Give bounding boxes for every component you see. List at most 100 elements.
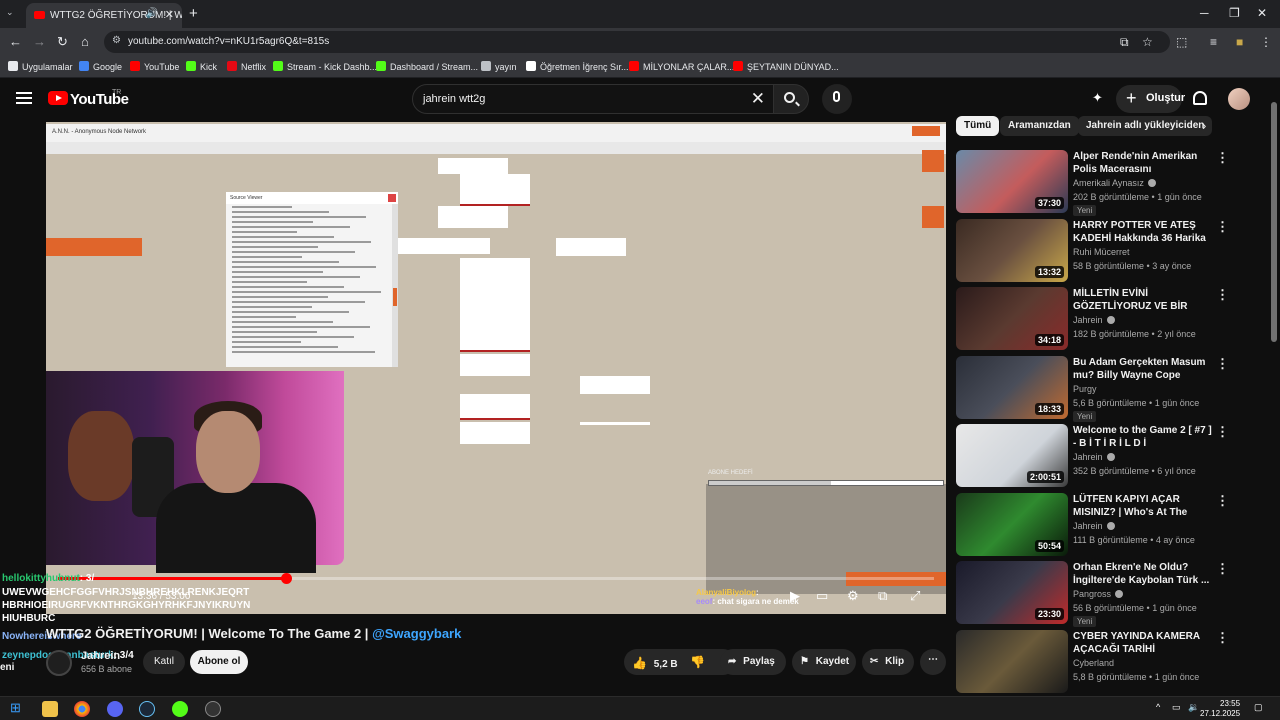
recommended-video[interactable]: 37:30 Alper Rende'nin Amerikan Polis Mace… bbox=[956, 150, 1266, 216]
video-thumbnail[interactable]: 13:32 bbox=[956, 218, 1068, 282]
video-menu-icon[interactable]: ⋮ bbox=[1216, 630, 1229, 646]
like-count[interactable]: 5,2 B bbox=[654, 659, 678, 670]
file-explorer-icon[interactable] bbox=[42, 701, 58, 717]
tab-search-icon[interactable]: ⌄ bbox=[6, 7, 14, 18]
network-icon[interactable]: ▭ bbox=[1172, 702, 1181, 713]
browser-tab-active[interactable]: WTTG2 ÖĞRETİYORUM! | W 🔊 ✕ bbox=[26, 3, 182, 28]
join-button[interactable]: Katıl bbox=[143, 650, 185, 674]
filter-chip[interactable]: Tümü bbox=[956, 116, 1000, 136]
video-menu-icon[interactable]: ⋮ bbox=[1216, 356, 1229, 372]
recommended-video[interactable]: 34:18 MİLLETİN EVİNİ GÖZETLİYORUZ VE BİR … bbox=[956, 287, 1266, 351]
steam-icon[interactable] bbox=[139, 701, 155, 717]
video-thumbnail[interactable]: 50:54 bbox=[956, 492, 1068, 556]
subtitles-icon[interactable]: ▭ bbox=[816, 588, 828, 604]
video-thumbnail[interactable]: 2:00:51 bbox=[956, 424, 1068, 487]
recommended-title[interactable]: LÜTFEN KAPIYI AÇAR MISINIZ? | Who's At T… bbox=[1073, 493, 1213, 519]
tray-chevron-icon[interactable]: ^ bbox=[1156, 702, 1160, 712]
title-mention-link[interactable]: @Swaggybark bbox=[372, 626, 461, 641]
video-thumbnail[interactable] bbox=[956, 629, 1068, 693]
recommended-channel[interactable]: Cyberland bbox=[1073, 658, 1114, 668]
discord-icon[interactable] bbox=[107, 701, 123, 717]
channel-name[interactable]: Jahrein bbox=[81, 650, 120, 662]
forward-button[interactable]: → bbox=[33, 34, 46, 49]
recommended-channel[interactable]: Purgy bbox=[1073, 384, 1097, 394]
clear-search-icon[interactable]: ✕ bbox=[751, 89, 765, 109]
video-thumbnail[interactable]: 23:30 bbox=[956, 561, 1068, 624]
voice-search-button[interactable] bbox=[822, 84, 852, 114]
bookmark-item[interactable]: Netflix bbox=[227, 61, 266, 72]
recommended-video[interactable]: 18:33 Bu Adam Gerçekten Masum mu? Billy W… bbox=[956, 355, 1266, 422]
more-actions-button[interactable]: ⋯ bbox=[920, 649, 946, 675]
back-button[interactable]: ← bbox=[9, 34, 22, 49]
new-tab-button[interactable]: + bbox=[189, 5, 198, 22]
recommended-channel[interactable]: Jahrein bbox=[1073, 315, 1115, 325]
youtube-logo-icon[interactable] bbox=[48, 91, 68, 105]
account-avatar[interactable] bbox=[1228, 88, 1250, 110]
bookmark-item[interactable]: Öğretmen İğrenç Sır... bbox=[526, 61, 629, 72]
recommended-channel[interactable]: Jahrein bbox=[1073, 452, 1115, 462]
recommended-title[interactable]: MİLLETİN EVİNİ GÖZETLİYORUZ VE BİR TAKIM… bbox=[1073, 287, 1213, 313]
address-bar[interactable]: ⚙ youtube.com/watch?v=nKU1r5agr6Q&t=815s bbox=[104, 31, 1170, 53]
chips-next-icon[interactable]: › bbox=[1202, 118, 1206, 133]
recommended-title[interactable]: CYBER YAYINDA KAMERA AÇACAĞI TARİHİ SÖYL… bbox=[1073, 630, 1213, 656]
channel-avatar[interactable] bbox=[46, 650, 72, 676]
recommended-channel[interactable]: Pangross bbox=[1073, 589, 1124, 599]
filter-chip[interactable]: Jahrein adlı yükleyiciden bbox=[1078, 116, 1213, 136]
restore-button[interactable]: ❐ bbox=[1229, 6, 1240, 20]
dislike-icon[interactable]: 👎 bbox=[690, 655, 705, 669]
recommended-video[interactable]: 23:30 Orhan Ekren'e Ne Oldu? İngiltere'de… bbox=[956, 561, 1266, 627]
kick-app-icon[interactable] bbox=[172, 701, 188, 717]
search-button[interactable] bbox=[773, 84, 809, 114]
chrome-icon[interactable] bbox=[74, 701, 90, 717]
clip-button[interactable]: ✂ Klip bbox=[862, 649, 914, 675]
bookmark-item[interactable]: Dashboard / Stream... bbox=[376, 61, 478, 72]
install-app-icon[interactable]: ⧉ bbox=[1120, 35, 1129, 50]
bookmark-item[interactable]: Uygulamalar bbox=[8, 61, 73, 72]
fullscreen-icon[interactable]: ⤢ bbox=[910, 588, 920, 604]
play-icon[interactable]: ▶ bbox=[790, 588, 800, 604]
extensions-icon[interactable]: ⬚ bbox=[1176, 35, 1187, 49]
bookmark-item[interactable]: MİLYONLAR ÇALAR... bbox=[629, 61, 734, 72]
recommended-title[interactable]: Welcome to the Game 2 [ #7 ] - B İ T İ R… bbox=[1073, 424, 1213, 450]
cast-icon[interactable]: ✦ bbox=[1092, 90, 1103, 106]
volume-icon[interactable]: 🔉 bbox=[1188, 702, 1199, 713]
recommended-title[interactable]: HARRY POTTER VE ATEŞ KADEHİ Hakkında 36 … bbox=[1073, 219, 1213, 245]
video-menu-icon[interactable]: ⋮ bbox=[1216, 219, 1229, 235]
reload-button[interactable]: ↻ bbox=[57, 34, 68, 50]
bookmark-item[interactable]: Kick bbox=[186, 61, 217, 72]
home-button[interactable]: ⌂ bbox=[81, 34, 89, 49]
recommended-video[interactable]: 50:54 LÜTFEN KAPIYI AÇAR MISINIZ? | Who's… bbox=[956, 492, 1266, 557]
miniplayer-icon[interactable]: ⧉ bbox=[878, 588, 887, 604]
recommended-title[interactable]: Orhan Ekren'e Ne Oldu? İngiltere'de Kayb… bbox=[1073, 561, 1213, 587]
recommended-title[interactable]: Alper Rende'nin Amerikan Polis Macerasın… bbox=[1073, 150, 1213, 176]
video-thumbnail[interactable]: 37:30 bbox=[956, 150, 1068, 213]
video-thumbnail[interactable]: 34:18 bbox=[956, 287, 1068, 350]
filter-chip[interactable]: Aramanızdan bbox=[1000, 116, 1079, 136]
video-player[interactable]: A.N.N. - Anonymous Node Network Source V… bbox=[46, 122, 946, 614]
tab-close-icon[interactable]: ✕ bbox=[165, 8, 174, 21]
extension-icon[interactable]: ■ bbox=[1236, 35, 1243, 49]
create-button[interactable]: + Oluştur bbox=[1116, 85, 1185, 113]
recommended-video[interactable]: 13:32 HARRY POTTER VE ATEŞ KADEHİ Hakkınd… bbox=[956, 218, 1266, 283]
close-window-button[interactable]: ✕ bbox=[1257, 6, 1267, 20]
speaker-icon[interactable]: 🔊 bbox=[146, 8, 158, 19]
video-menu-icon[interactable]: ⋮ bbox=[1216, 424, 1229, 440]
recommended-channel[interactable]: Jahrein bbox=[1073, 521, 1115, 531]
search-query[interactable]: jahrein wtt2g bbox=[423, 93, 485, 105]
media-control-icon[interactable]: ≡ bbox=[1210, 35, 1217, 49]
url-text[interactable]: youtube.com/watch?v=nKU1r5agr6Q&t=815s bbox=[128, 36, 329, 47]
video-menu-icon[interactable]: ⋮ bbox=[1216, 150, 1229, 166]
video-thumbnail[interactable]: 18:33 bbox=[956, 355, 1068, 419]
video-menu-icon[interactable]: ⋮ bbox=[1216, 561, 1229, 577]
bookmark-item[interactable]: Google bbox=[79, 61, 122, 72]
recommended-video[interactable]: 2:00:51 Welcome to the Game 2 [ #7 ] - B … bbox=[956, 424, 1266, 488]
bookmark-item[interactable]: ŞEYTANIN DÜNYAD... bbox=[733, 61, 839, 72]
windows-start-icon[interactable]: ⊞ bbox=[10, 700, 26, 716]
menu-icon[interactable] bbox=[16, 92, 32, 104]
search-input[interactable]: jahrein wtt2g ✕ bbox=[412, 84, 774, 114]
system-clock[interactable]: 23:55 27.12.2025 bbox=[1200, 699, 1240, 719]
browser-menu-icon[interactable]: ⋮ bbox=[1260, 35, 1272, 49]
video-menu-icon[interactable]: ⋮ bbox=[1216, 493, 1229, 509]
bookmark-item[interactable]: yayın bbox=[481, 61, 517, 72]
scrollbar-thumb[interactable] bbox=[1271, 102, 1277, 342]
